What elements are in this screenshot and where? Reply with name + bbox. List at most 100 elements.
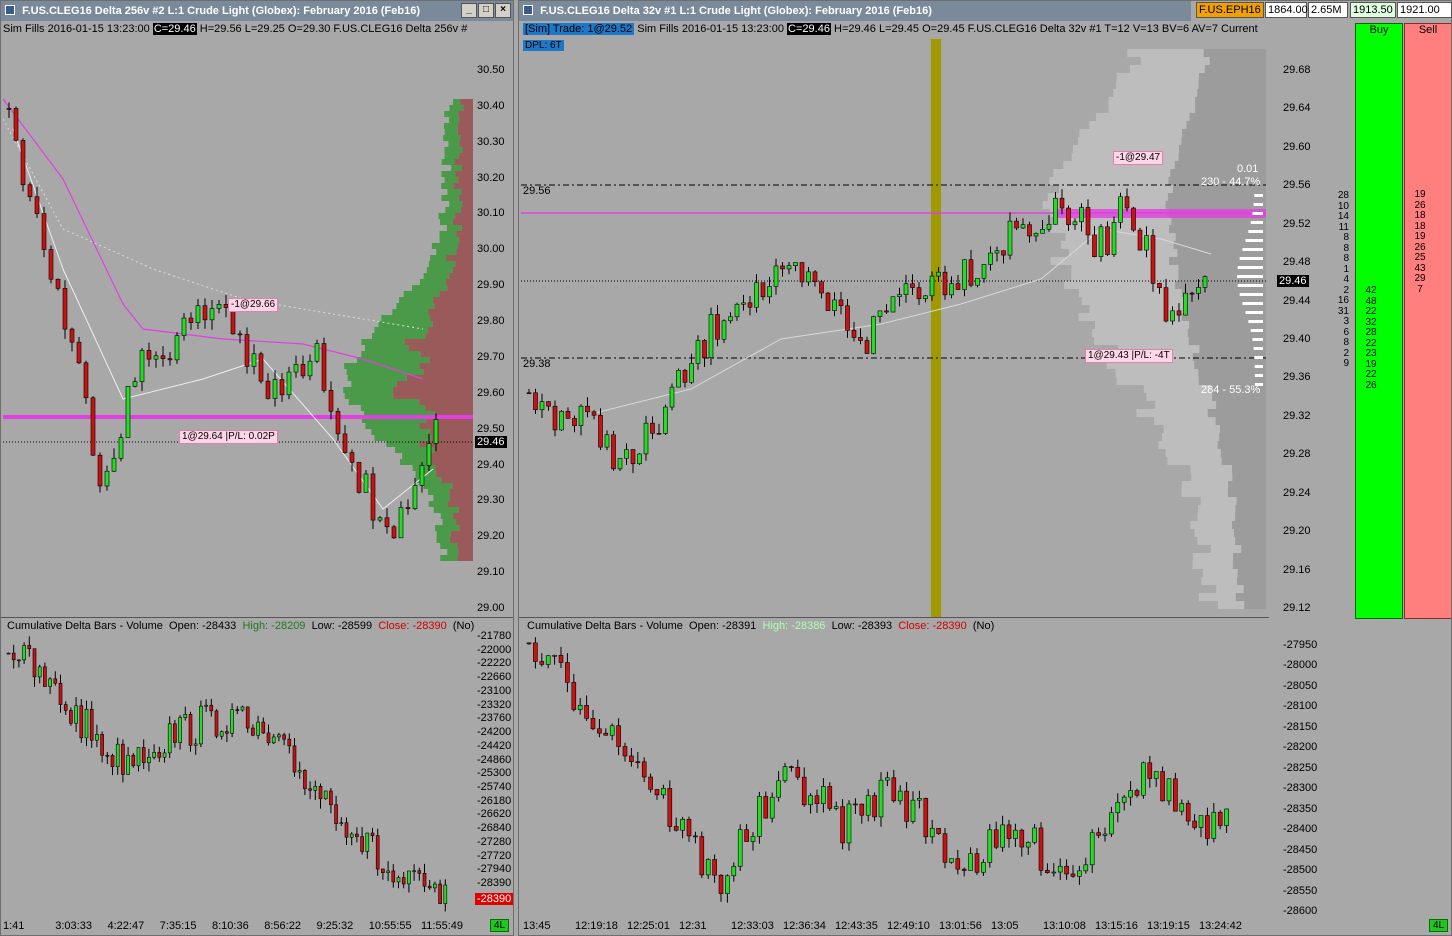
- candle-body: [757, 796, 762, 837]
- candle-body: [1189, 292, 1195, 295]
- profile-bar-sell: [456, 519, 473, 525]
- dom-column-1: 28 10 14 11 8 8 8 1 4 2 16 31 3 6 8 2 9: [1325, 190, 1349, 370]
- axis-tick-label: 29.90: [477, 279, 505, 292]
- left-status-button[interactable]: 4L: [490, 919, 510, 932]
- dom-depth-bar: [1242, 248, 1263, 251]
- time-tick-label: 12:36:34: [783, 920, 826, 932]
- candle-body: [747, 302, 753, 308]
- time-tick-label: 12:43:35: [835, 920, 878, 932]
- candle-body: [1118, 196, 1123, 223]
- left-buy-label: 1@29.64 |P/L: 0.02P: [179, 430, 278, 444]
- left-delta-chart[interactable]: [3, 635, 473, 913]
- axis-tick-label: -27950: [1283, 639, 1318, 651]
- profile-bar-sell: [434, 447, 473, 453]
- right-delta-chart[interactable]: [521, 635, 1266, 913]
- candle-body: [407, 870, 411, 885]
- ticker-bid: 1913.50: [1350, 2, 1396, 18]
- axis-tick-label: 30.00: [477, 243, 505, 256]
- candle-body: [1014, 220, 1019, 229]
- candle-body: [110, 755, 115, 768]
- candle-body: [603, 732, 609, 736]
- profile-bar-buy: [433, 507, 459, 513]
- right-title-bar[interactable]: F.US.CLEG16 Delta 32v #1 L:1 Crude Light…: [519, 1, 1191, 21]
- minimize-button[interactable]: _: [461, 3, 477, 18]
- candle-body: [105, 754, 110, 757]
- profile-bar-buy: [436, 537, 450, 543]
- candle-body: [1109, 812, 1114, 835]
- volume-profile-core: [1207, 409, 1266, 417]
- dom-depth-bar: [1237, 275, 1263, 278]
- right-price-chart[interactable]: [521, 39, 1266, 617]
- candle-body: [48, 249, 54, 280]
- dom-depth-bar: [1253, 347, 1263, 350]
- candle-body: [27, 645, 32, 650]
- sell-column[interactable]: Sell 19 26 18 18 19 26 25 43 29 7: [1404, 23, 1451, 619]
- candle-body: [167, 358, 173, 361]
- profile-bar-buy: [443, 135, 461, 141]
- volume-profile-core: [1232, 561, 1266, 569]
- candle-body: [821, 786, 826, 804]
- axis-tick-label: -22220: [477, 657, 512, 670]
- candle-body: [1096, 832, 1101, 836]
- profile-bar-buy: [452, 99, 461, 105]
- candle-body: [1059, 197, 1065, 209]
- candle-body: [916, 287, 922, 300]
- profile-bar-buy: [412, 285, 448, 291]
- candle-body: [183, 713, 188, 718]
- candle-body: [118, 437, 124, 459]
- candle-body: [641, 761, 647, 778]
- candle-body: [111, 457, 117, 472]
- candle-body: [942, 271, 948, 296]
- candle-body: [858, 337, 863, 341]
- candle-body: [884, 310, 889, 313]
- buy-header[interactable]: Buy: [1356, 24, 1402, 36]
- left-title-bar[interactable]: F.US.CLEG16 Delta 256v #2 L:1 Crude Ligh…: [1, 1, 513, 21]
- candle-body: [6, 652, 11, 655]
- profile-bar-buy: [399, 459, 428, 465]
- candle-body: [708, 314, 714, 359]
- axis-tick-label: -28450: [1283, 843, 1318, 856]
- left-price-chart[interactable]: [3, 39, 473, 617]
- candle-body: [769, 796, 775, 819]
- candle-body: [637, 453, 642, 465]
- candle-body: [83, 362, 89, 399]
- profile-bar-buy: [440, 513, 453, 519]
- candle-body: [910, 283, 915, 288]
- axis-tick-label: 30.20: [477, 171, 505, 184]
- axis-tick-label: 29.70: [477, 350, 505, 363]
- ticker-symbol[interactable]: F.US.EPH16: [1196, 2, 1264, 18]
- candle-body: [741, 302, 746, 305]
- candle-body: [370, 832, 375, 836]
- volume-profile-core: [1235, 505, 1266, 513]
- candle-body: [832, 299, 837, 311]
- close-button[interactable]: ×: [495, 3, 511, 18]
- candle-body: [173, 723, 177, 743]
- candle-body: [188, 317, 194, 323]
- profile-bar-sell: [457, 543, 473, 549]
- left-chart-window[interactable]: F.US.CLEG16 Delta 256v #2 L:1 Crude Ligh…: [0, 0, 514, 936]
- right-status-button[interactable]: 4L: [1429, 919, 1449, 932]
- candle-body: [731, 866, 737, 877]
- axis-tick-label: -27940: [477, 863, 512, 876]
- axis-tick-label: 29.56: [1283, 179, 1311, 192]
- profile-bar-sell: [393, 393, 473, 399]
- profile-bar-buy: [392, 309, 429, 315]
- maximize-button[interactable]: □: [478, 3, 494, 18]
- sell-header[interactable]: Sell: [1405, 24, 1451, 36]
- profile-bar-sell: [434, 303, 473, 309]
- profile-bar-sell: [457, 555, 473, 561]
- profile-bar-sell: [452, 267, 473, 273]
- dom-cell: 19: [1414, 189, 1426, 200]
- dom-cell: 29: [1414, 273, 1426, 284]
- right-trade-info[interactable]: [Sim] Trade: 1@29.52: [523, 23, 635, 35]
- candle-body: [695, 340, 701, 364]
- candle-body: [132, 381, 138, 387]
- axis-tick-label: 29.52: [1283, 217, 1311, 230]
- buy-column[interactable]: Buy 42 48 22 32 28 22 23 19 22 26: [1355, 23, 1403, 619]
- profile-bar-buy: [449, 105, 464, 111]
- profile-bar-buy: [378, 321, 433, 327]
- candle-body: [48, 678, 52, 687]
- profile-bar-sell: [450, 531, 473, 537]
- profile-bar-sell: [456, 249, 473, 255]
- right-chart-window[interactable]: F.US.CLEG16 Delta 32v #1 L:1 Crude Light…: [518, 0, 1452, 936]
